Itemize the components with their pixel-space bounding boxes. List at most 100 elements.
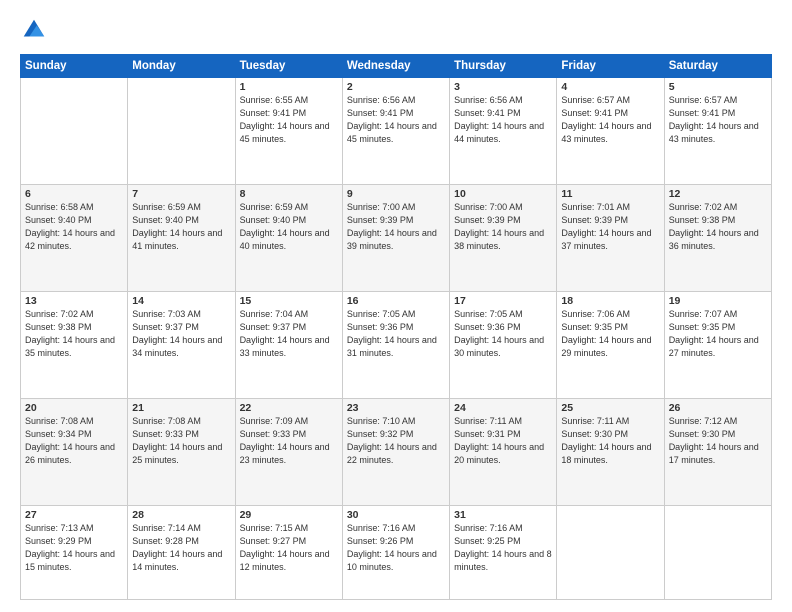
calendar-cell: 13Sunrise: 7:02 AM Sunset: 9:38 PM Dayli… <box>21 291 128 398</box>
calendar-cell: 20Sunrise: 7:08 AM Sunset: 9:34 PM Dayli… <box>21 398 128 505</box>
cell-info: Sunrise: 6:56 AM Sunset: 9:41 PM Dayligh… <box>347 94 445 146</box>
cell-info: Sunrise: 7:09 AM Sunset: 9:33 PM Dayligh… <box>240 415 338 467</box>
day-number: 13 <box>25 295 123 307</box>
calendar-cell: 11Sunrise: 7:01 AM Sunset: 9:39 PM Dayli… <box>557 184 664 291</box>
day-number: 18 <box>561 295 659 307</box>
week-row-4: 20Sunrise: 7:08 AM Sunset: 9:34 PM Dayli… <box>21 398 772 505</box>
day-number: 20 <box>25 402 123 414</box>
cell-info: Sunrise: 6:55 AM Sunset: 9:41 PM Dayligh… <box>240 94 338 146</box>
day-number: 23 <box>347 402 445 414</box>
calendar-cell: 18Sunrise: 7:06 AM Sunset: 9:35 PM Dayli… <box>557 291 664 398</box>
calendar-cell: 21Sunrise: 7:08 AM Sunset: 9:33 PM Dayli… <box>128 398 235 505</box>
calendar-cell: 19Sunrise: 7:07 AM Sunset: 9:35 PM Dayli… <box>664 291 771 398</box>
calendar-cell: 10Sunrise: 7:00 AM Sunset: 9:39 PM Dayli… <box>450 184 557 291</box>
page: SundayMondayTuesdayWednesdayThursdayFrid… <box>0 0 792 612</box>
calendar-cell: 14Sunrise: 7:03 AM Sunset: 9:37 PM Dayli… <box>128 291 235 398</box>
cell-info: Sunrise: 6:56 AM Sunset: 9:41 PM Dayligh… <box>454 94 552 146</box>
day-number: 7 <box>132 188 230 200</box>
cell-info: Sunrise: 7:02 AM Sunset: 9:38 PM Dayligh… <box>669 201 767 253</box>
day-number: 26 <box>669 402 767 414</box>
day-number: 9 <box>347 188 445 200</box>
cell-info: Sunrise: 7:07 AM Sunset: 9:35 PM Dayligh… <box>669 308 767 360</box>
day-number: 11 <box>561 188 659 200</box>
calendar-cell: 12Sunrise: 7:02 AM Sunset: 9:38 PM Dayli… <box>664 184 771 291</box>
cell-info: Sunrise: 7:00 AM Sunset: 9:39 PM Dayligh… <box>454 201 552 253</box>
day-number: 31 <box>454 509 552 521</box>
cell-info: Sunrise: 7:00 AM Sunset: 9:39 PM Dayligh… <box>347 201 445 253</box>
calendar-cell: 30Sunrise: 7:16 AM Sunset: 9:26 PM Dayli… <box>342 505 449 599</box>
calendar-cell: 7Sunrise: 6:59 AM Sunset: 9:40 PM Daylig… <box>128 184 235 291</box>
day-number: 10 <box>454 188 552 200</box>
cell-info: Sunrise: 7:16 AM Sunset: 9:26 PM Dayligh… <box>347 522 445 574</box>
calendar-cell: 24Sunrise: 7:11 AM Sunset: 9:31 PM Dayli… <box>450 398 557 505</box>
cell-info: Sunrise: 7:12 AM Sunset: 9:30 PM Dayligh… <box>669 415 767 467</box>
calendar-cell: 8Sunrise: 6:59 AM Sunset: 9:40 PM Daylig… <box>235 184 342 291</box>
day-number: 16 <box>347 295 445 307</box>
day-number: 17 <box>454 295 552 307</box>
day-number: 25 <box>561 402 659 414</box>
calendar-cell: 4Sunrise: 6:57 AM Sunset: 9:41 PM Daylig… <box>557 78 664 185</box>
day-number: 21 <box>132 402 230 414</box>
calendar-cell: 28Sunrise: 7:14 AM Sunset: 9:28 PM Dayli… <box>128 505 235 599</box>
cell-info: Sunrise: 7:08 AM Sunset: 9:34 PM Dayligh… <box>25 415 123 467</box>
header <box>20 16 772 44</box>
cell-info: Sunrise: 7:16 AM Sunset: 9:25 PM Dayligh… <box>454 522 552 574</box>
weekday-wednesday: Wednesday <box>342 55 449 78</box>
cell-info: Sunrise: 7:13 AM Sunset: 9:29 PM Dayligh… <box>25 522 123 574</box>
calendar-cell: 17Sunrise: 7:05 AM Sunset: 9:36 PM Dayli… <box>450 291 557 398</box>
day-number: 6 <box>25 188 123 200</box>
weekday-header-row: SundayMondayTuesdayWednesdayThursdayFrid… <box>21 55 772 78</box>
calendar-cell: 2Sunrise: 6:56 AM Sunset: 9:41 PM Daylig… <box>342 78 449 185</box>
day-number: 1 <box>240 81 338 93</box>
cell-info: Sunrise: 7:01 AM Sunset: 9:39 PM Dayligh… <box>561 201 659 253</box>
logo-icon <box>20 16 48 44</box>
week-row-5: 27Sunrise: 7:13 AM Sunset: 9:29 PM Dayli… <box>21 505 772 599</box>
day-number: 12 <box>669 188 767 200</box>
calendar-cell: 15Sunrise: 7:04 AM Sunset: 9:37 PM Dayli… <box>235 291 342 398</box>
cell-info: Sunrise: 7:08 AM Sunset: 9:33 PM Dayligh… <box>132 415 230 467</box>
cell-info: Sunrise: 7:02 AM Sunset: 9:38 PM Dayligh… <box>25 308 123 360</box>
weekday-tuesday: Tuesday <box>235 55 342 78</box>
cell-info: Sunrise: 6:59 AM Sunset: 9:40 PM Dayligh… <box>240 201 338 253</box>
cell-info: Sunrise: 7:03 AM Sunset: 9:37 PM Dayligh… <box>132 308 230 360</box>
calendar-cell <box>128 78 235 185</box>
cell-info: Sunrise: 7:15 AM Sunset: 9:27 PM Dayligh… <box>240 522 338 574</box>
cell-info: Sunrise: 7:14 AM Sunset: 9:28 PM Dayligh… <box>132 522 230 574</box>
day-number: 24 <box>454 402 552 414</box>
calendar-cell: 16Sunrise: 7:05 AM Sunset: 9:36 PM Dayli… <box>342 291 449 398</box>
weekday-friday: Friday <box>557 55 664 78</box>
calendar-table: SundayMondayTuesdayWednesdayThursdayFrid… <box>20 54 772 600</box>
week-row-3: 13Sunrise: 7:02 AM Sunset: 9:38 PM Dayli… <box>21 291 772 398</box>
week-row-2: 6Sunrise: 6:58 AM Sunset: 9:40 PM Daylig… <box>21 184 772 291</box>
calendar-cell: 23Sunrise: 7:10 AM Sunset: 9:32 PM Dayli… <box>342 398 449 505</box>
cell-info: Sunrise: 6:57 AM Sunset: 9:41 PM Dayligh… <box>669 94 767 146</box>
calendar-cell: 29Sunrise: 7:15 AM Sunset: 9:27 PM Dayli… <box>235 505 342 599</box>
week-row-1: 1Sunrise: 6:55 AM Sunset: 9:41 PM Daylig… <box>21 78 772 185</box>
day-number: 27 <box>25 509 123 521</box>
cell-info: Sunrise: 7:05 AM Sunset: 9:36 PM Dayligh… <box>347 308 445 360</box>
calendar-cell: 22Sunrise: 7:09 AM Sunset: 9:33 PM Dayli… <box>235 398 342 505</box>
cell-info: Sunrise: 6:59 AM Sunset: 9:40 PM Dayligh… <box>132 201 230 253</box>
day-number: 19 <box>669 295 767 307</box>
weekday-sunday: Sunday <box>21 55 128 78</box>
day-number: 3 <box>454 81 552 93</box>
day-number: 30 <box>347 509 445 521</box>
calendar-cell <box>21 78 128 185</box>
day-number: 28 <box>132 509 230 521</box>
calendar-cell: 27Sunrise: 7:13 AM Sunset: 9:29 PM Dayli… <box>21 505 128 599</box>
cell-info: Sunrise: 7:11 AM Sunset: 9:30 PM Dayligh… <box>561 415 659 467</box>
cell-info: Sunrise: 7:04 AM Sunset: 9:37 PM Dayligh… <box>240 308 338 360</box>
day-number: 5 <box>669 81 767 93</box>
cell-info: Sunrise: 6:58 AM Sunset: 9:40 PM Dayligh… <box>25 201 123 253</box>
day-number: 29 <box>240 509 338 521</box>
calendar-cell <box>664 505 771 599</box>
day-number: 15 <box>240 295 338 307</box>
cell-info: Sunrise: 6:57 AM Sunset: 9:41 PM Dayligh… <box>561 94 659 146</box>
weekday-thursday: Thursday <box>450 55 557 78</box>
calendar-cell: 9Sunrise: 7:00 AM Sunset: 9:39 PM Daylig… <box>342 184 449 291</box>
calendar-cell <box>557 505 664 599</box>
calendar-cell: 31Sunrise: 7:16 AM Sunset: 9:25 PM Dayli… <box>450 505 557 599</box>
day-number: 2 <box>347 81 445 93</box>
cell-info: Sunrise: 7:06 AM Sunset: 9:35 PM Dayligh… <box>561 308 659 360</box>
cell-info: Sunrise: 7:11 AM Sunset: 9:31 PM Dayligh… <box>454 415 552 467</box>
